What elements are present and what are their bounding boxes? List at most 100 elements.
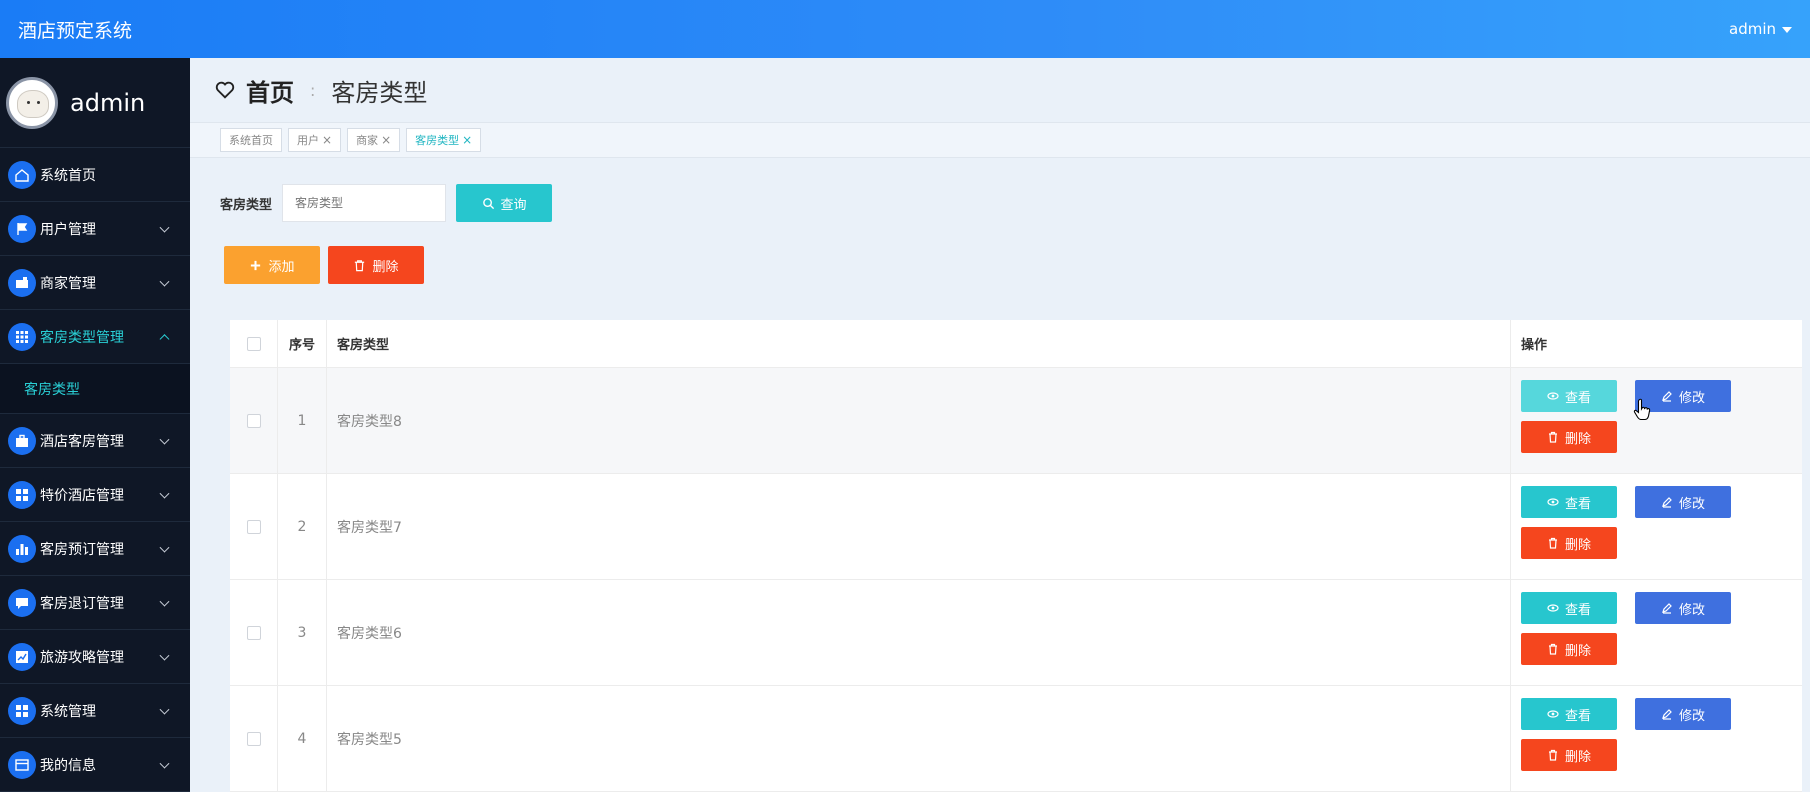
delete-button[interactable]: 删除 <box>1521 739 1617 771</box>
delete-label: 删除 <box>1564 537 1591 553</box>
heart-icon <box>215 81 235 99</box>
tag-label: 用户 <box>297 134 319 147</box>
chevron-down-icon <box>159 542 170 553</box>
eye-icon <box>1547 604 1559 612</box>
row-type: 客房类型7 <box>327 474 1511 579</box>
eye-icon <box>1547 498 1559 506</box>
breadcrumb: 首页 : 客房类型 <box>190 58 1810 122</box>
close-icon[interactable]: × <box>322 133 332 147</box>
query-button[interactable]: 查询 <box>456 184 553 222</box>
delete-button[interactable]: 删除 <box>1521 421 1617 453</box>
breadcrumb-separator: : <box>310 80 316 100</box>
room-type-table: 序号 客房类型 操作 1 客房类型8 查看 修改 删除 2 客房类型7 查看 修… <box>230 320 1802 792</box>
row-checkbox[interactable] <box>246 625 261 640</box>
home-icon <box>8 160 36 189</box>
apps-icon <box>8 480 36 509</box>
trash-icon <box>1548 537 1557 549</box>
edit-label: 修改 <box>1678 496 1705 512</box>
sidebar-item-label: 客房退订管理 <box>40 595 124 612</box>
table-row: 4 客房类型5 查看 修改 删除 <box>230 686 1802 792</box>
edit-label: 修改 <box>1678 390 1705 406</box>
sidebar-item-special-hotels[interactable]: 特价酒店管理 <box>0 468 190 522</box>
profile-name: admin <box>70 88 146 117</box>
eye-icon <box>1547 710 1559 718</box>
tag-room-types[interactable]: 客房类型 × <box>406 128 482 152</box>
sidebar-subitem-room-type[interactable]: 客房类型 <box>0 364 190 414</box>
row-checkbox[interactable] <box>246 731 261 746</box>
view-button[interactable]: 查看 <box>1521 592 1617 624</box>
tag-label: 客房类型 <box>415 134 460 147</box>
search-input[interactable] <box>282 184 447 222</box>
row-index: 1 <box>278 368 327 473</box>
delete-label: 删除 <box>1564 431 1591 447</box>
chevron-down-icon <box>159 758 170 769</box>
add-button[interactable]: 添加 <box>224 246 320 284</box>
main-content: 首页 : 客房类型 系统首页 用户× 商家× 客房类型× 客房类型 查询 添加 … <box>190 58 1810 792</box>
chevron-up-icon <box>159 333 170 344</box>
select-all-checkbox[interactable] <box>246 336 261 351</box>
hand-cursor-icon <box>1633 398 1651 421</box>
batch-delete-button[interactable]: 删除 <box>328 246 424 284</box>
sidebar-item-label: 商家管理 <box>40 275 96 292</box>
sidebar-item-system[interactable]: 系统管理 <box>0 684 190 738</box>
row-index: 3 <box>278 580 327 685</box>
breadcrumb-home[interactable]: 首页 <box>246 73 294 108</box>
view-button[interactable]: 查看 <box>1521 486 1617 518</box>
sidebar-item-label: 客房预订管理 <box>40 541 124 558</box>
close-icon[interactable]: × <box>381 133 391 147</box>
row-index: 2 <box>278 474 327 579</box>
edit-button[interactable]: 修改 <box>1635 592 1731 624</box>
query-button-label: 查询 <box>500 197 527 213</box>
chevron-down-icon <box>159 596 170 607</box>
tag-home[interactable]: 系统首页 <box>220 128 282 152</box>
tag-label: 商家 <box>356 134 379 147</box>
edit-button[interactable]: 修改 <box>1635 698 1731 730</box>
view-button[interactable]: 查看 <box>1521 698 1617 730</box>
row-checkbox[interactable] <box>246 519 261 534</box>
row-checkbox[interactable] <box>246 413 261 428</box>
briefcase-icon <box>8 426 36 455</box>
table-row: 1 客房类型8 查看 修改 删除 <box>230 368 1802 474</box>
sidebar-item-bookings[interactable]: 客房预订管理 <box>0 522 190 576</box>
trash-icon <box>1548 749 1557 761</box>
sidebar-item-hotel-rooms[interactable]: 酒店客房管理 <box>0 414 190 468</box>
sidebar-item-room-types[interactable]: 客房类型管理 <box>0 310 190 364</box>
edit-button[interactable]: 修改 <box>1635 486 1731 518</box>
caret-down-icon <box>1782 27 1792 33</box>
sidebar-item-travel-guides[interactable]: 旅游攻略管理 <box>0 630 190 684</box>
sidebar-item-users[interactable]: 用户管理 <box>0 202 190 256</box>
tab-tags: 系统首页 用户 × 商家 × 客房类型 × <box>190 122 1810 158</box>
close-icon[interactable]: × <box>462 133 472 147</box>
delete-button[interactable]: 删除 <box>1521 633 1617 665</box>
bar-chart-icon <box>8 534 36 563</box>
trend-chart-icon <box>8 642 36 671</box>
trash-icon <box>1548 431 1557 443</box>
trash-icon <box>1548 643 1557 655</box>
tag-merchants[interactable]: 商家 × <box>347 128 401 152</box>
view-button[interactable]: 查看 <box>1521 380 1617 412</box>
flag-icon <box>8 214 36 243</box>
table-row: 2 客房类型7 查看 修改 删除 <box>230 474 1802 580</box>
sidebar-item-label: 客房类型管理 <box>40 329 124 346</box>
chevron-down-icon <box>159 222 170 233</box>
sidebar-item-label: 我的信息 <box>40 757 96 774</box>
sidebar-item-label: 酒店客房管理 <box>40 433 124 450</box>
sidebar: admin 系统首页 用户管理 商家管理 客房类型管理 客房类型 酒店客房管理 … <box>0 58 190 792</box>
pencil-icon <box>1662 391 1672 402</box>
table-header: 序号 客房类型 操作 <box>230 320 1802 368</box>
delete-button[interactable]: 删除 <box>1521 527 1617 559</box>
add-button-label: 添加 <box>268 259 295 275</box>
message-icon <box>8 588 36 617</box>
sidebar-item-merchants[interactable]: 商家管理 <box>0 256 190 310</box>
sidebar-item-label: 特价酒店管理 <box>40 487 124 504</box>
user-menu[interactable]: admin <box>1729 20 1792 38</box>
tag-users[interactable]: 用户 × <box>288 128 342 152</box>
sidebar-item-home[interactable]: 系统首页 <box>0 148 190 202</box>
sidebar-item-my-info[interactable]: 我的信息 <box>0 738 190 792</box>
top-header: 酒店预定系统 admin <box>0 0 1810 58</box>
column-header-index: 序号 <box>278 320 327 367</box>
sidebar-item-cancellations[interactable]: 客房退订管理 <box>0 576 190 630</box>
card-icon <box>8 750 36 779</box>
sidebar-profile: admin <box>0 58 190 148</box>
pencil-icon <box>1662 709 1672 720</box>
